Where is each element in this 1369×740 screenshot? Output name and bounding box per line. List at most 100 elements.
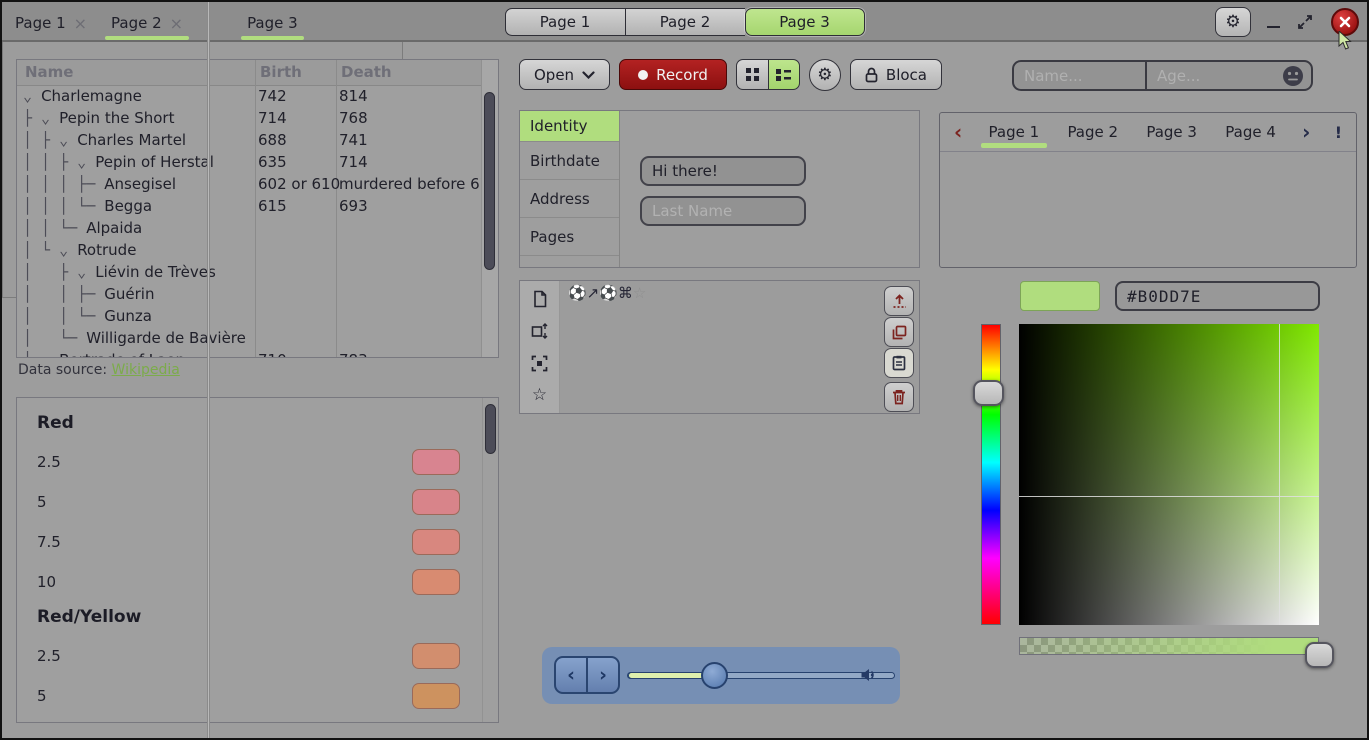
title-tab-page-1[interactable]: Page 1 xyxy=(505,8,625,36)
title-tab-strip: Page 1Page 2Page 3 xyxy=(505,8,865,36)
title-tab-page-2[interactable]: Page 2 xyxy=(625,8,745,36)
paste-button[interactable] xyxy=(884,348,914,378)
column-header-birth[interactable]: Birth xyxy=(260,63,302,81)
list-scrollbar-thumb[interactable] xyxy=(485,404,496,454)
wikipedia-link[interactable]: Wikipedia xyxy=(112,362,180,378)
doc-tab-page-3[interactable]: Page 3 xyxy=(235,3,310,43)
pager-next-button[interactable]: › xyxy=(1302,122,1310,142)
emoji-button[interactable] xyxy=(1282,62,1311,89)
tree-row[interactable]: └ › Bertrade of Laon710783 xyxy=(17,350,498,358)
hex-color-input[interactable] xyxy=(1115,281,1320,311)
close-button[interactable] xyxy=(1331,8,1359,36)
pager-tab-page-4[interactable]: Page 4 xyxy=(1223,113,1278,152)
tree-row[interactable]: │ ├ ⌄ Liévin de Trèves xyxy=(17,262,498,284)
list-item-swatch xyxy=(412,643,460,669)
tree-row[interactable]: │ ├ ⌄ Charles Martel688741 xyxy=(17,130,498,152)
copy-button[interactable] xyxy=(884,317,914,347)
last-name-input[interactable] xyxy=(640,196,806,226)
name-input[interactable] xyxy=(1014,62,1145,89)
list-item: 2.5 xyxy=(37,636,474,676)
pager-prev-button[interactable]: ‹ xyxy=(954,122,962,142)
star-icon[interactable]: ☆ xyxy=(532,387,547,404)
hue-slider-handle[interactable] xyxy=(973,380,1004,406)
record-button[interactable]: Record xyxy=(619,59,727,90)
seek-thumb[interactable] xyxy=(701,662,728,689)
tree-cell-name: │ │ └─ Gunza xyxy=(23,307,253,325)
tree-row[interactable]: │ │ ├─ Guérin xyxy=(17,284,498,306)
restore-button[interactable] xyxy=(1297,7,1315,37)
tree-cell-birth: 742 xyxy=(258,87,287,105)
split-divider[interactable] xyxy=(207,2,210,738)
tree-row[interactable]: │ │ └─ Gunza xyxy=(17,306,498,328)
tree-table-header: Name Birth Death xyxy=(17,60,498,86)
upload-button[interactable] xyxy=(884,286,914,316)
next-button[interactable]: › xyxy=(587,656,620,694)
previous-button[interactable]: ‹ xyxy=(554,656,587,694)
tree-cell-birth: 602 or 610 xyxy=(258,175,340,193)
doc-tab-page-2[interactable]: Page 2× xyxy=(99,3,195,43)
alpha-slider-handle[interactable] xyxy=(1305,642,1334,668)
list-view-button[interactable] xyxy=(768,59,800,90)
family-tree-table: Name Birth Death ⌄ Charlemagne742814├ ⌄ … xyxy=(16,59,499,358)
tree-row-name: Ansegisel xyxy=(104,175,176,193)
form-nav-pages[interactable]: Pages xyxy=(520,218,619,256)
tree-row[interactable]: │ └ ⌄ Rotrude xyxy=(17,240,498,262)
form-nav-address[interactable]: Address xyxy=(520,180,619,218)
color-swatch[interactable] xyxy=(1020,281,1100,311)
chevron-down-icon xyxy=(582,71,595,79)
canvas-tools: ☆ xyxy=(520,281,560,413)
tree-row[interactable]: │ └─ Willigarde de Bavière xyxy=(17,328,498,350)
doc-tab-label: Page 1 xyxy=(15,14,66,32)
doc-tab-close-icon[interactable]: × xyxy=(170,14,183,33)
pager-overflow-button[interactable]: ! xyxy=(1335,123,1342,142)
tree-guide: │ │ │ └─ xyxy=(23,197,104,215)
saturation-value-box[interactable] xyxy=(1019,324,1319,625)
settings-button[interactable]: ⚙ xyxy=(1215,7,1251,37)
first-name-input[interactable] xyxy=(640,156,806,186)
tree-row[interactable]: │ │ └─ Alpaida xyxy=(17,218,498,240)
seek-slider[interactable] xyxy=(627,672,895,679)
tree-row[interactable]: │ │ │ └─ Begga615693 xyxy=(17,196,498,218)
volume-icon[interactable] xyxy=(860,667,878,683)
alpha-slider[interactable] xyxy=(1019,637,1319,655)
hue-slider[interactable] xyxy=(981,324,1001,625)
age-input[interactable] xyxy=(1147,62,1282,89)
tree-scrollbar-thumb[interactable] xyxy=(484,92,495,270)
title-tab-page-3[interactable]: Page 3 xyxy=(745,8,865,36)
doc-tab-page-1[interactable]: Page 1 × xyxy=(3,3,99,43)
close-icon xyxy=(1339,16,1351,28)
tree-scrollbar-track[interactable] xyxy=(481,60,498,357)
canvas-glyphs-dark: ⚽↗⚽⌘ xyxy=(568,284,633,302)
color-scale-list: Red2.557.510Red/Yellow2.557.5 xyxy=(16,397,499,723)
list-scrollbar-track[interactable] xyxy=(482,398,498,722)
tree-row[interactable]: ├ ⌄ Pepin the Short714768 xyxy=(17,108,498,130)
column-header-death[interactable]: Death xyxy=(341,63,392,81)
tree-row[interactable]: │ │ ├ ⌄ Pepin of Herstal635714 xyxy=(17,152,498,174)
tree-row-name: Begga xyxy=(104,197,152,215)
tree-row[interactable]: ⌄ Charlemagne742814 xyxy=(17,86,498,108)
center-focus-icon[interactable] xyxy=(531,355,548,372)
tree-guide: │ ├ ⌄ xyxy=(23,131,77,149)
open-dropdown-button[interactable]: Open xyxy=(519,59,610,90)
tree-row[interactable]: │ │ │ ├─ Ansegisel602 or 610murdered bef… xyxy=(17,174,498,196)
delete-button[interactable] xyxy=(884,382,914,412)
record-dot-icon xyxy=(638,70,648,80)
form-nav-identity[interactable]: Identity xyxy=(520,111,619,142)
new-document-icon[interactable] xyxy=(532,290,548,308)
identity-form: IdentityBirthdateAddressPages xyxy=(519,110,920,268)
minimize-button[interactable] xyxy=(1267,7,1281,37)
doc-tab-close-icon[interactable]: × xyxy=(74,14,87,33)
pager-tab-page-1[interactable]: Page 1 xyxy=(987,113,1042,152)
settings-round-button[interactable]: ⚙ xyxy=(809,59,841,91)
pager-tab-page-2[interactable]: Page 2 xyxy=(1065,113,1120,152)
form-nav-birthdate[interactable]: Birthdate xyxy=(520,142,619,180)
bloca-button[interactable]: Bloca xyxy=(850,59,942,90)
column-header-name[interactable]: Name xyxy=(25,63,73,81)
pager-tab-page-3[interactable]: Page 3 xyxy=(1144,113,1199,152)
window-controls: ⚙ xyxy=(1215,7,1359,37)
resize-icon[interactable] xyxy=(531,323,548,339)
tree-cell-name: └ › Bertrade of Laon xyxy=(23,351,253,358)
chevron-right-icon: › xyxy=(599,664,607,686)
smiley-icon xyxy=(1282,65,1304,87)
grid-view-button[interactable] xyxy=(736,59,768,90)
